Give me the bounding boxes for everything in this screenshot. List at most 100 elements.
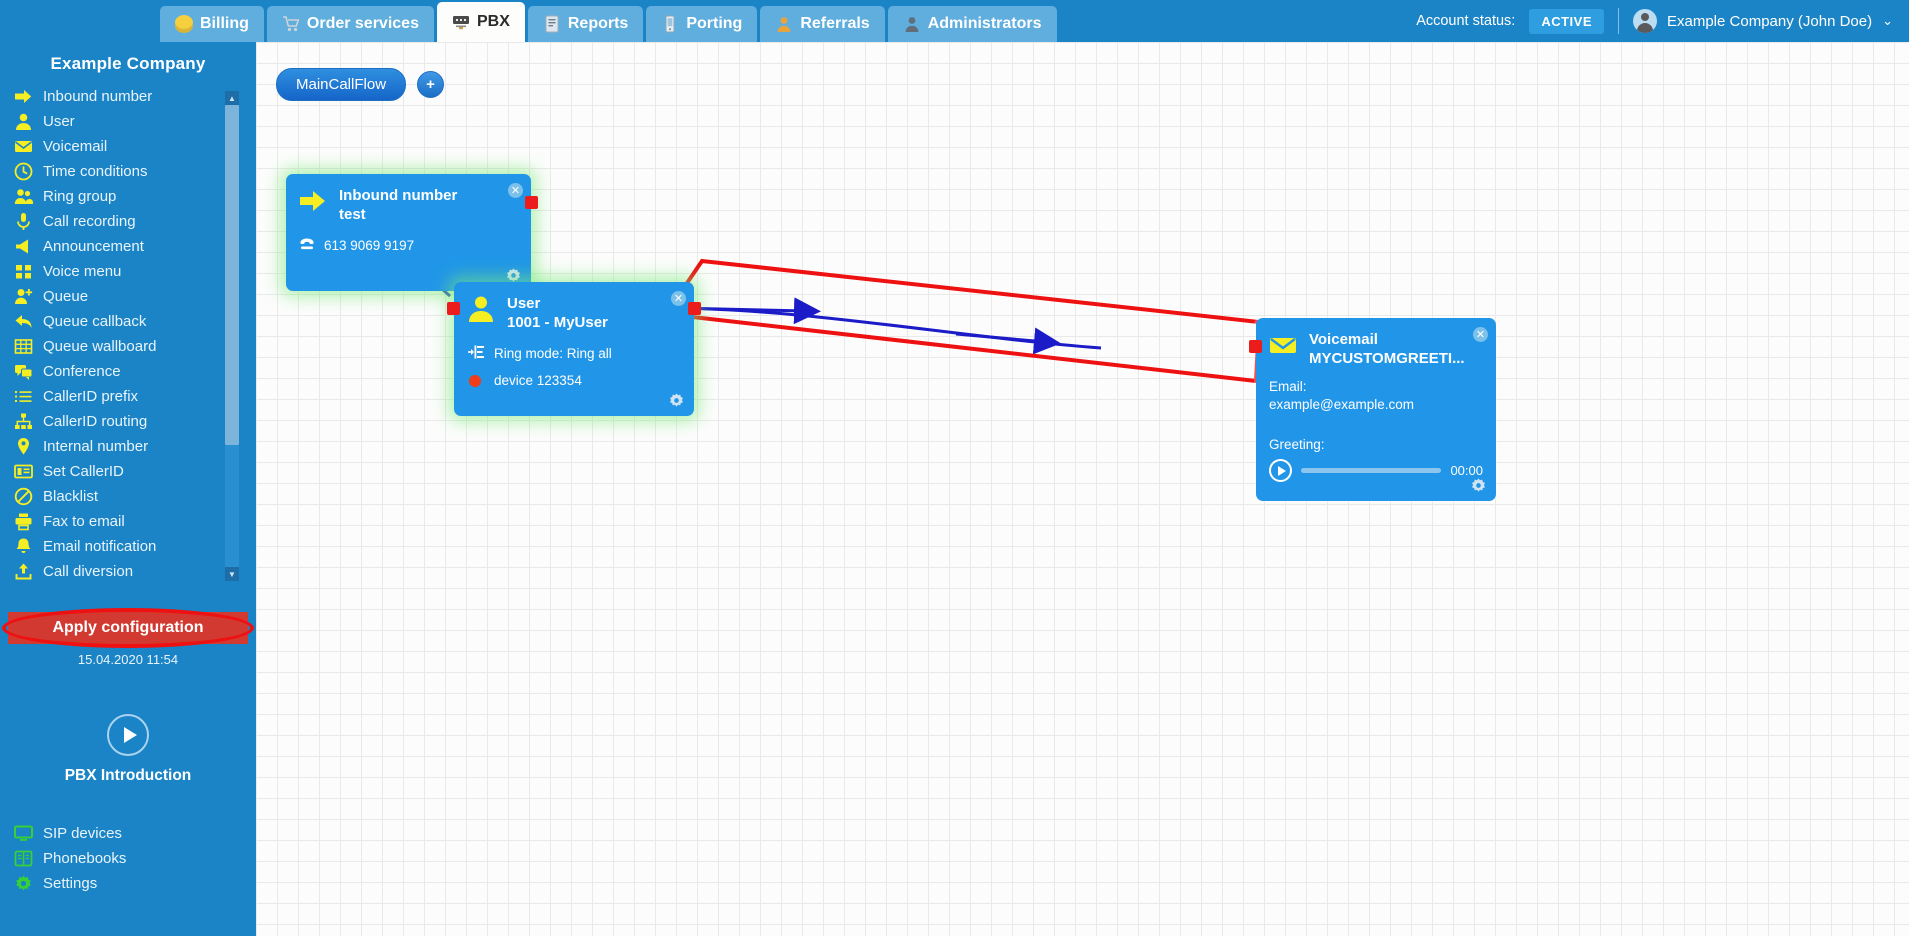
close-icon[interactable]: ✕ xyxy=(1473,327,1488,342)
sidebar-item-settings[interactable]: Settings xyxy=(14,871,126,896)
user-menu[interactable]: Example Company (John Doe) ⌄ xyxy=(1633,9,1893,33)
sidebar-item-label: Email notification xyxy=(43,538,157,555)
chat-bubbles-icon xyxy=(14,362,33,381)
avatar xyxy=(1633,9,1657,33)
node-title-block: User 1001 - MyUser xyxy=(507,294,608,332)
input-port[interactable] xyxy=(1249,340,1262,353)
status-badge[interactable]: ACTIVE xyxy=(1529,8,1604,34)
sidebar-scrollbar[interactable]: ▲ ▼ xyxy=(225,91,239,581)
sidebar-item-blacklist[interactable]: Blacklist xyxy=(14,484,256,509)
call-flow-canvas[interactable]: MainCallFlow + Inbound number test 613 9… xyxy=(256,42,1909,936)
list-icon xyxy=(14,387,33,406)
inbound-number-node[interactable]: Inbound number test 613 9069 9197 ✕ xyxy=(286,174,538,291)
user-icon xyxy=(466,294,496,324)
device-text: device 123354 xyxy=(494,373,582,388)
scroll-up-icon[interactable]: ▲ xyxy=(225,91,239,105)
sidebar-item-conference[interactable]: Conference xyxy=(14,359,256,384)
tab-order-services[interactable]: Order services xyxy=(266,6,434,42)
gear-icon[interactable] xyxy=(668,392,685,409)
phone-icon xyxy=(299,236,315,255)
output-port[interactable] xyxy=(688,302,701,315)
tab-label: Order services xyxy=(306,15,419,32)
sidebar-item-callerid-prefix[interactable]: CallerID prefix xyxy=(14,384,256,409)
pbx-introduction-label: PBX Introduction xyxy=(64,767,192,784)
input-port[interactable] xyxy=(447,302,460,315)
sidebar-item-label: Announcement xyxy=(43,238,144,255)
scroll-down-icon[interactable]: ▼ xyxy=(225,567,239,581)
sidebar-item-label: Ring group xyxy=(43,188,117,205)
close-icon[interactable]: ✕ xyxy=(508,183,523,198)
sidebar-item-email-notification[interactable]: Email notification xyxy=(14,534,256,559)
sidebar-item-call-recording[interactable]: Call recording xyxy=(14,209,256,234)
voicemail-node[interactable]: Voicemail MYCUSTOMGREETI... Email: examp… xyxy=(1249,318,1496,501)
sidebar-item-sip-devices[interactable]: SIP devices xyxy=(14,821,126,846)
sidebar-item-queue[interactable]: Queue xyxy=(14,284,256,309)
pbx-introduction-block: PBX Introduction xyxy=(0,714,256,785)
play-button[interactable] xyxy=(1269,459,1292,482)
tab-administrators[interactable]: Administrators xyxy=(887,6,1057,42)
ring-mode-text: Ring mode: Ring all xyxy=(494,346,612,361)
node-header: User 1001 - MyUser xyxy=(454,282,694,332)
flow-tab-maincallflow[interactable]: MainCallFlow xyxy=(276,68,407,101)
sidebar-item-label: Set CallerID xyxy=(43,463,124,480)
clock-icon xyxy=(14,162,33,181)
tab-label: Administrators xyxy=(927,15,1042,32)
user-plus-icon xyxy=(14,287,33,306)
sidebar-item-fax-to-email[interactable]: Fax to email xyxy=(14,509,256,534)
greeting-label: Greeting: xyxy=(1269,437,1325,452)
sidebar-item-call-diversion[interactable]: Call diversion xyxy=(14,559,256,584)
topbar-right-section: Account status: ACTIVE Example Company (… xyxy=(1416,0,1909,42)
greeting-player[interactable]: 00:00 xyxy=(1269,459,1483,482)
gear-icon[interactable] xyxy=(1470,477,1487,494)
add-flow-button[interactable]: + xyxy=(417,71,445,98)
sidebar-item-voice-menu[interactable]: Voice menu xyxy=(14,259,256,284)
tab-pbx[interactable]: PBX xyxy=(436,2,525,42)
output-port[interactable] xyxy=(525,196,538,209)
referrals-icon xyxy=(775,15,793,33)
sidebar-item-time-conditions[interactable]: Time conditions xyxy=(14,159,256,184)
sidebar-item-label: Queue callback xyxy=(43,313,147,330)
tab-reports[interactable]: Reports xyxy=(527,6,644,42)
upload-icon xyxy=(14,562,33,581)
apply-configuration-button[interactable]: Apply configuration xyxy=(8,612,248,644)
tab-porting[interactable]: Porting xyxy=(646,6,758,42)
sidebar-item-label: Fax to email xyxy=(43,513,125,530)
coin-icon xyxy=(175,15,193,33)
tab-referrals[interactable]: Referrals xyxy=(760,6,885,42)
sidebar-item-inbound-number[interactable]: Inbound number xyxy=(14,84,256,109)
sidebar-item-callerid-routing[interactable]: CallerID routing xyxy=(14,409,256,434)
fax-icon xyxy=(14,512,33,531)
grid-icon xyxy=(14,262,33,281)
sidebar-item-label: Call recording xyxy=(43,213,136,230)
sidebar-item-queue-wallboard[interactable]: Queue wallboard xyxy=(14,334,256,359)
arrow-right-icon xyxy=(298,186,328,216)
sidebar-item-label: Queue wallboard xyxy=(43,338,157,355)
scrollbar-thumb[interactable] xyxy=(225,105,239,445)
sidebar-item-ring-group[interactable]: Ring group xyxy=(14,184,256,209)
tab-label: Billing xyxy=(200,15,249,32)
node-subtitle: test xyxy=(339,206,366,223)
sidebar-item-queue-callback[interactable]: Queue callback xyxy=(14,309,256,334)
tab-billing[interactable]: Billing xyxy=(160,6,264,42)
apply-configuration-area: Apply configuration 15.04.2020 11:54 xyxy=(2,608,254,667)
administrators-icon xyxy=(903,15,921,33)
divider xyxy=(1618,8,1619,34)
sidebar-item-set-callerid[interactable]: Set CallerID xyxy=(14,459,256,484)
tab-label: Referrals xyxy=(800,15,870,32)
sidebar-item-user[interactable]: User xyxy=(14,109,256,134)
flow-tab-bar: MainCallFlow + xyxy=(276,68,445,101)
sidebar-item-announcement[interactable]: Announcement xyxy=(14,234,256,259)
sidebar-item-phonebooks[interactable]: Phonebooks xyxy=(14,846,126,871)
arrow-right-icon xyxy=(14,87,33,106)
sidebar-item-label: CallerID prefix xyxy=(43,388,139,405)
sidebar-item-voicemail[interactable]: Voicemail xyxy=(14,134,256,159)
chevron-down-icon: ⌄ xyxy=(1882,13,1893,28)
gear-icon xyxy=(14,874,33,893)
close-icon[interactable]: ✕ xyxy=(671,291,686,306)
sidebar-item-internal-number[interactable]: Internal number xyxy=(14,434,256,459)
sidebar-item-label: Inbound number xyxy=(43,88,153,105)
ban-icon xyxy=(14,487,33,506)
progress-bar[interactable] xyxy=(1301,468,1442,473)
user-node[interactable]: User 1001 - MyUser Ring mode: Ring all d… xyxy=(447,282,701,416)
play-button[interactable] xyxy=(107,714,149,756)
